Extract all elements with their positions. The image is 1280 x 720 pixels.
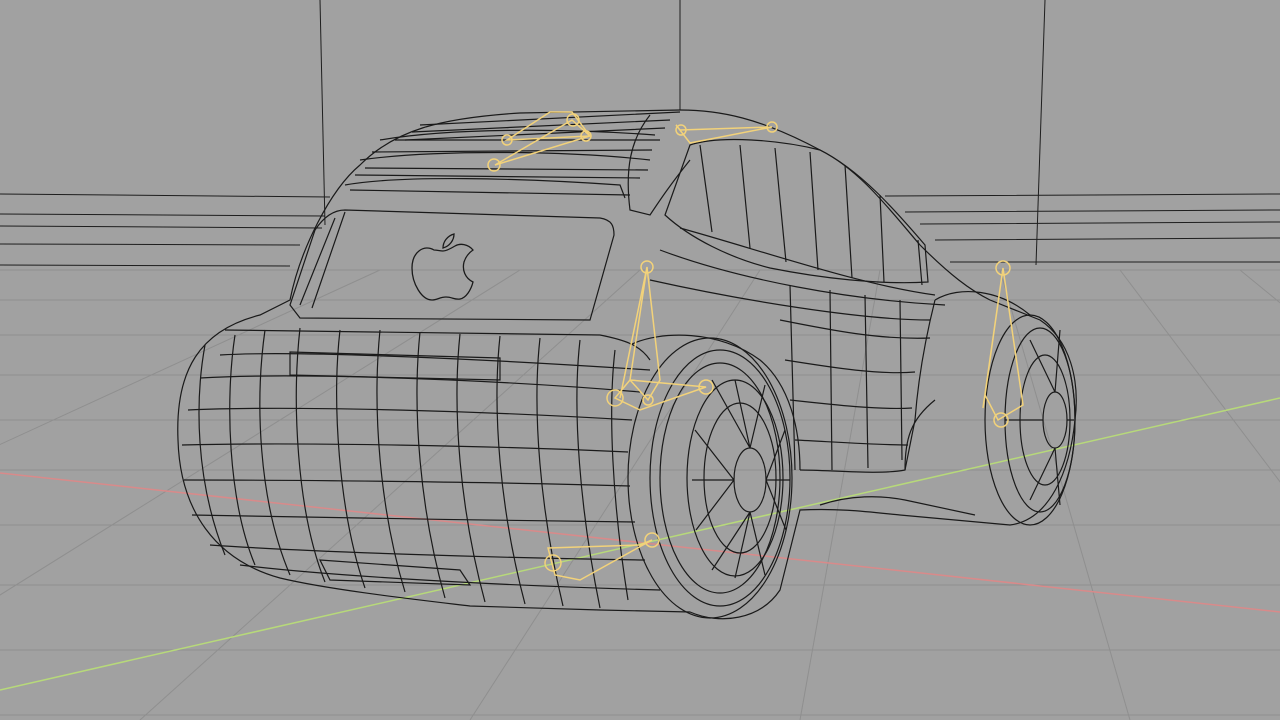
apple-logo-icon xyxy=(411,233,474,301)
light-gizmo-front-side[interactable] xyxy=(982,260,1024,428)
x-axis-line xyxy=(0,472,1280,613)
ground-grid xyxy=(0,269,1280,720)
background-walls xyxy=(0,0,1280,267)
viewport-canvas[interactable] xyxy=(0,0,1280,720)
rear-window xyxy=(289,209,615,321)
y-axis-line xyxy=(0,397,1280,691)
rear-wheel xyxy=(627,337,793,619)
3d-viewport[interactable] xyxy=(0,0,1280,720)
side-window xyxy=(664,138,929,284)
